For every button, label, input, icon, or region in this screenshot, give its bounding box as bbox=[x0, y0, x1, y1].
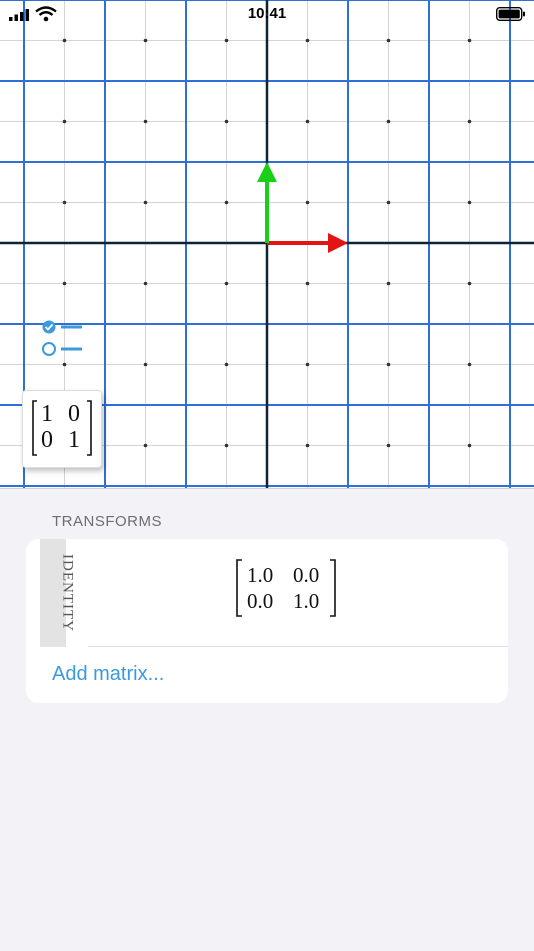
lattice-point bbox=[143, 119, 148, 124]
transform-canvas[interactable]: 1 0 0 1 bbox=[0, 0, 534, 488]
lattice-point bbox=[224, 443, 229, 448]
toggle-grid-points[interactable] bbox=[42, 342, 82, 356]
lattice-point bbox=[62, 362, 67, 367]
lattice-point bbox=[467, 362, 472, 367]
lattice-point bbox=[305, 38, 310, 43]
transform-cell-c: 0.0 bbox=[247, 589, 274, 613]
matrix-cell-c: 0 bbox=[41, 427, 53, 453]
lattice-point bbox=[143, 38, 148, 43]
lattice-point bbox=[467, 443, 472, 448]
lattice-point bbox=[305, 443, 310, 448]
transforms-card: IDENTITY 1.0 0.0 0.0 1.0 Add matrix... bbox=[26, 539, 508, 703]
lattice-point bbox=[224, 38, 229, 43]
i-hat-arrowhead bbox=[328, 233, 348, 253]
row-divider bbox=[88, 646, 508, 647]
lattice-point bbox=[386, 200, 391, 205]
lattice-point bbox=[386, 443, 391, 448]
battery-icon bbox=[496, 7, 525, 21]
status-time: 10:41 bbox=[247, 5, 287, 22]
transform-cell-b: 0.0 bbox=[293, 563, 320, 587]
lattice-point bbox=[467, 200, 472, 205]
matrix-cell-a: 1 bbox=[41, 401, 53, 427]
transform-matrix[interactable]: 1.0 0.0 0.0 1.0 bbox=[236, 559, 336, 617]
empty-circle-icon[interactable] bbox=[42, 342, 56, 356]
transform-cell-a: 1.0 bbox=[247, 563, 274, 587]
lattice-point bbox=[467, 38, 472, 43]
lattice-point bbox=[224, 119, 229, 124]
add-matrix-button[interactable]: Add matrix... bbox=[52, 663, 164, 686]
lattice-point bbox=[467, 119, 472, 124]
checked-circle-icon[interactable] bbox=[42, 320, 56, 334]
lattice-point bbox=[386, 281, 391, 286]
matrix-cell-d: 1 bbox=[68, 427, 80, 453]
toggle-list[interactable] bbox=[40, 318, 88, 362]
toggle-basis-vectors[interactable] bbox=[42, 320, 83, 334]
j-hat-arrowhead bbox=[257, 162, 277, 182]
lattice-point bbox=[305, 281, 310, 286]
transform-row[interactable]: IDENTITY bbox=[40, 539, 76, 647]
lattice-point bbox=[62, 119, 67, 124]
transform-label: IDENTITY bbox=[59, 554, 76, 632]
lattice-point bbox=[62, 38, 67, 43]
lattice-point bbox=[386, 362, 391, 367]
lattice-point bbox=[224, 281, 229, 286]
lattice-point bbox=[386, 119, 391, 124]
lattice-point bbox=[386, 38, 391, 43]
lattice-point bbox=[143, 281, 148, 286]
matrix-brackets bbox=[32, 400, 92, 456]
lattice-point bbox=[143, 362, 148, 367]
lattice-point bbox=[305, 362, 310, 367]
lattice-point bbox=[224, 200, 229, 205]
current-matrix-preview[interactable]: 1 0 0 1 bbox=[22, 390, 102, 468]
lattice-point bbox=[305, 119, 310, 124]
lattice-point bbox=[467, 281, 472, 286]
lattice-point bbox=[62, 281, 67, 286]
lattice-point bbox=[143, 443, 148, 448]
transforms-panel: TRANSFORMS IDENTITY 1.0 0.0 0.0 1.0 Add … bbox=[0, 488, 534, 951]
matrix-cell-b: 0 bbox=[68, 401, 80, 427]
lattice-point bbox=[305, 200, 310, 205]
transform-cell-d: 1.0 bbox=[293, 589, 320, 613]
lattice-point bbox=[224, 362, 229, 367]
lattice-point bbox=[62, 200, 67, 205]
section-title: TRANSFORMS bbox=[52, 513, 162, 530]
lattice-point bbox=[143, 200, 148, 205]
status-bar: 10:41 bbox=[0, 0, 534, 28]
